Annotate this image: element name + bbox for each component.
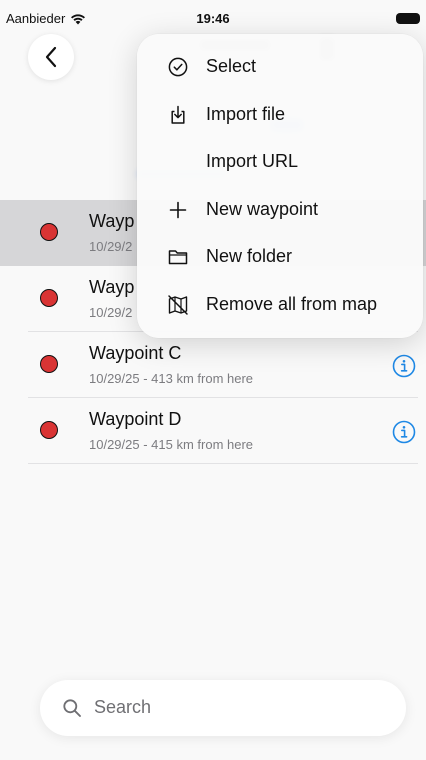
waypoint-meta: 10/29/25 - 415 km from here — [89, 437, 254, 452]
waypoint-name: Waypoint D — [89, 409, 182, 429]
import-file-icon — [171, 105, 185, 124]
menu-item-new-folder[interactable]: New folder — [137, 234, 423, 280]
context-menu: Select Import file Import URL New waypoi… — [137, 34, 423, 338]
folder-icon — [168, 250, 188, 265]
menu-item-import-url[interactable]: Import URL — [137, 139, 423, 185]
waypoint-marker-icon — [40, 421, 58, 439]
status-time: 19:46 — [196, 11, 230, 26]
menu-item-remove-all-from-map[interactable]: Remove all from map — [137, 282, 423, 328]
waypoint-meta: 10/29/2 — [89, 239, 133, 254]
back-button[interactable] — [28, 34, 74, 80]
plus-icon — [169, 201, 187, 219]
menu-item-import-file[interactable]: Import file — [137, 92, 423, 138]
waypoint-meta: 10/29/25 - 413 km from here — [89, 371, 254, 386]
checkmark-circle-icon — [168, 57, 188, 77]
waypoint-name: Wayp — [89, 211, 135, 231]
status-bar: Aanbieder 19:46 — [0, 0, 426, 34]
search-icon — [63, 699, 81, 717]
info-icon[interactable] — [392, 354, 416, 378]
waypoint-meta: 10/29/2 — [89, 305, 133, 320]
menu-item-label: Import URL — [206, 151, 299, 171]
search-input[interactable]: Search — [40, 680, 406, 736]
chevron-left-icon — [45, 46, 57, 68]
battery-icon — [396, 13, 420, 24]
menu-item-label: Select — [206, 56, 257, 76]
menu-item-label: Remove all from map — [206, 294, 378, 314]
menu-item-label: Import file — [206, 104, 286, 124]
waypoint-marker-icon — [40, 223, 58, 241]
info-icon[interactable] — [392, 420, 416, 444]
menu-item-new-waypoint[interactable]: New waypoint — [137, 187, 423, 233]
search-placeholder: Search — [94, 697, 152, 717]
waypoint-marker-icon — [40, 289, 58, 307]
waypoint-name: Wayp — [89, 277, 135, 297]
list-item[interactable]: Waypoint D 10/29/25 - 415 km from here — [0, 398, 426, 464]
row-divider — [28, 463, 418, 464]
list-item[interactable]: Waypoint C 10/29/25 - 413 km from here — [0, 332, 426, 398]
waypoint-marker-icon — [40, 355, 58, 373]
menu-item-label: New folder — [206, 246, 293, 266]
waypoint-name: Waypoint C — [89, 343, 182, 363]
menu-item-label: New waypoint — [206, 199, 319, 219]
map-slash-icon — [168, 295, 188, 315]
menu-item-select[interactable]: Select — [137, 44, 423, 90]
